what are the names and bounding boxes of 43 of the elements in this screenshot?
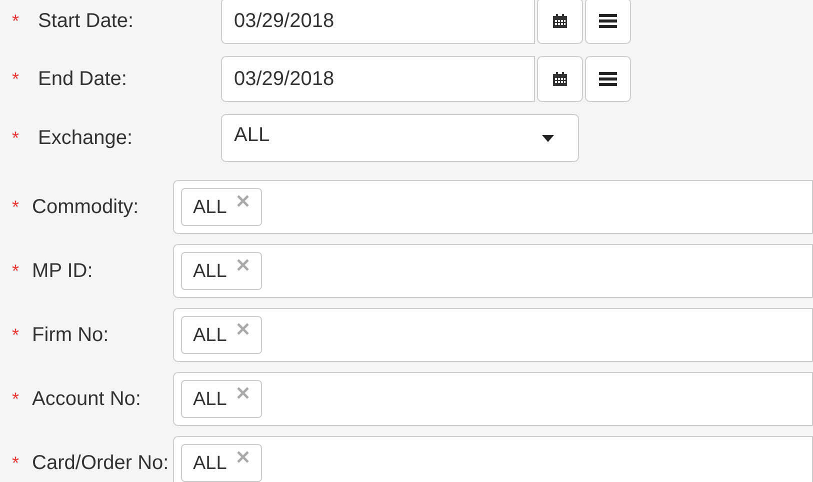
remove-icon[interactable] bbox=[236, 323, 249, 335]
date-field[interactable]: 03/29/2018 bbox=[221, 0, 535, 44]
field-label: Card/Order No: bbox=[32, 452, 170, 474]
tag-chip[interactable]: ALL bbox=[181, 444, 262, 482]
remove-icon[interactable] bbox=[236, 451, 249, 463]
calendar-icon bbox=[552, 71, 568, 87]
required-mark: * bbox=[11, 452, 20, 474]
remove-icon[interactable] bbox=[236, 387, 249, 399]
calendar-button[interactable] bbox=[537, 56, 583, 102]
tag-field[interactable]: ALL bbox=[173, 372, 813, 426]
exchange-dropdown[interactable]: ALL bbox=[221, 114, 579, 162]
tag-field[interactable]: ALL bbox=[173, 436, 813, 482]
tag-field[interactable]: ALL bbox=[173, 308, 813, 362]
menu-button[interactable] bbox=[585, 0, 631, 44]
remove-icon[interactable] bbox=[236, 259, 249, 271]
required-mark: * bbox=[11, 128, 20, 148]
field-label: Account No: bbox=[32, 388, 142, 410]
tag-chip[interactable]: ALL bbox=[181, 252, 262, 290]
tag-chip[interactable]: ALL bbox=[181, 188, 262, 226]
field-label: Firm No: bbox=[32, 324, 110, 346]
required-mark: * bbox=[11, 260, 20, 282]
menu-icon bbox=[599, 71, 617, 87]
required-mark: * bbox=[11, 388, 20, 410]
remove-icon[interactable] bbox=[236, 195, 249, 207]
tag-field[interactable]: ALL bbox=[173, 244, 813, 298]
caret-icon bbox=[542, 134, 554, 142]
tag-chip[interactable]: ALL bbox=[181, 380, 262, 418]
required-mark: * bbox=[11, 196, 20, 218]
field-label: Start Date: bbox=[38, 10, 135, 32]
required-mark: * bbox=[11, 68, 20, 90]
required-mark: * bbox=[11, 10, 20, 32]
field-label: MP ID: bbox=[32, 260, 94, 282]
tag-chip[interactable]: ALL bbox=[181, 316, 262, 354]
calendar-icon bbox=[552, 13, 568, 29]
calendar-button[interactable] bbox=[537, 0, 583, 44]
menu-icon bbox=[599, 13, 617, 29]
field-label: End Date: bbox=[38, 68, 128, 90]
required-mark: * bbox=[11, 324, 20, 346]
date-field[interactable]: 03/29/2018 bbox=[221, 56, 535, 102]
field-label: Commodity: bbox=[32, 196, 140, 218]
tag-field[interactable]: ALL bbox=[173, 180, 813, 234]
menu-button[interactable] bbox=[585, 56, 631, 102]
field-label: Exchange: bbox=[38, 126, 134, 150]
